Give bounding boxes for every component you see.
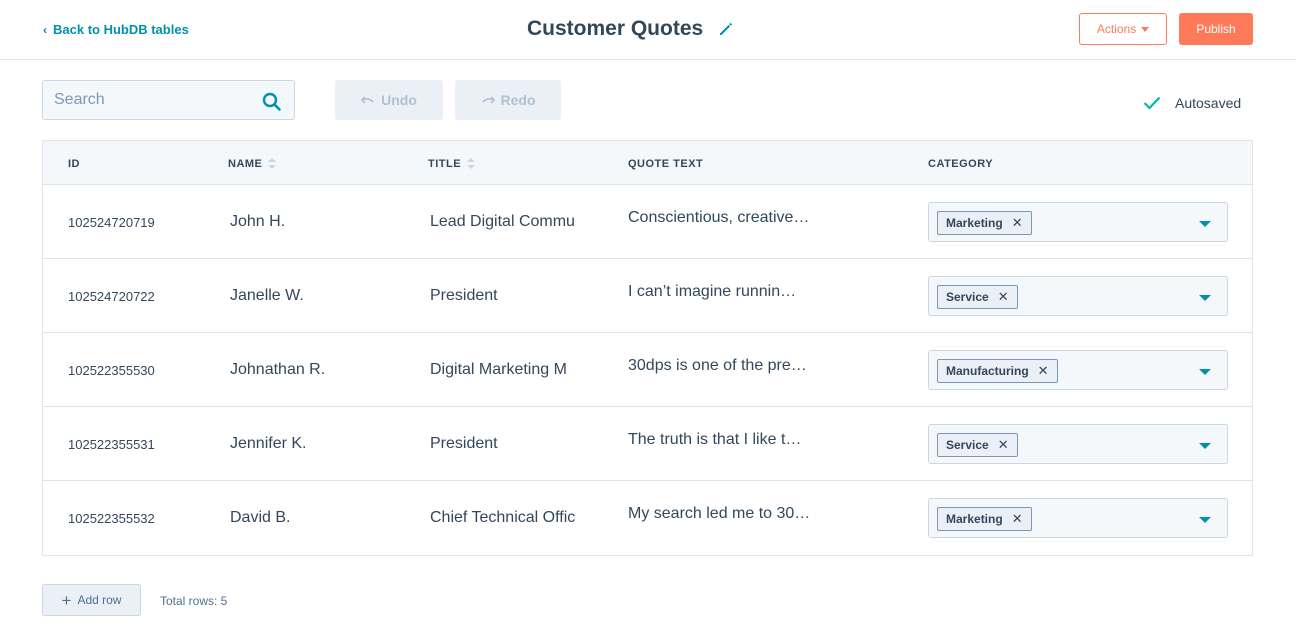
table-row[interactable]: 102522355530 Johnathan R. Digital Market…: [43, 332, 1252, 406]
category-tag-label: Marketing: [946, 512, 1003, 526]
cell-name[interactable]: John H.: [230, 185, 415, 259]
cell-quote-text[interactable]: The truth is that I like t…: [628, 407, 828, 481]
total-rows-count: Total rows: 5: [160, 594, 228, 608]
caret-down-icon[interactable]: [1199, 295, 1211, 301]
plus-icon: +: [61, 590, 72, 610]
actions-button-label: Actions: [1096, 22, 1137, 36]
back-link-label: Back to HubDB tables: [53, 22, 189, 37]
category-select[interactable]: Service ✕: [928, 276, 1228, 316]
close-icon[interactable]: ✕: [1038, 363, 1049, 379]
cell-title[interactable]: Chief Technical Offic: [430, 481, 579, 555]
category-tag: Marketing ✕: [937, 211, 1032, 235]
search-box: [42, 80, 295, 120]
column-header-title[interactable]: TITLE: [428, 158, 476, 170]
back-to-hubdb-link[interactable]: ‹ Back to HubDB tables: [43, 22, 189, 37]
table-row[interactable]: 102524720719 John H. Lead Digital Commu …: [43, 184, 1252, 258]
search-icon[interactable]: [262, 92, 282, 112]
add-row-button[interactable]: + Add row: [42, 584, 141, 616]
cell-id: 102522355532: [68, 510, 155, 526]
column-header-id: ID: [68, 158, 80, 170]
column-header-label: CATEGORY: [928, 158, 994, 170]
close-icon[interactable]: ✕: [998, 437, 1009, 453]
cell-quote-text[interactable]: I can’t imagine runnin…: [628, 259, 828, 333]
page-header: ‹ Back to HubDB tables Customer Quotes A…: [0, 0, 1296, 60]
cell-name[interactable]: Jennifer K.: [230, 407, 415, 481]
check-icon: [1143, 96, 1161, 110]
table-row[interactable]: 102522355532 David B. Chief Technical Of…: [43, 480, 1252, 555]
caret-down-icon[interactable]: [1199, 443, 1211, 449]
undo-icon: [361, 96, 374, 104]
column-header-quote-text: QUOTE TEXT: [628, 158, 703, 170]
category-tag: Manufacturing ✕: [937, 359, 1058, 383]
table-row[interactable]: 102524720722 Janelle W. President I can’…: [43, 258, 1252, 332]
caret-down-icon: [1141, 26, 1150, 32]
redo-button[interactable]: Redo: [455, 80, 561, 120]
category-tag-label: Service: [946, 438, 989, 452]
category-select[interactable]: Service ✕: [928, 424, 1228, 464]
category-tag: Service ✕: [937, 433, 1018, 457]
close-icon[interactable]: ✕: [1012, 215, 1023, 231]
autosaved-label: Autosaved: [1175, 95, 1242, 111]
undo-button[interactable]: Undo: [335, 80, 443, 120]
category-select[interactable]: Marketing ✕: [928, 202, 1228, 242]
cell-quote-text[interactable]: Conscientious, creative…: [628, 185, 828, 259]
page-title: Customer Quotes: [527, 17, 704, 40]
cell-id: 102524720719: [68, 214, 155, 230]
search-input[interactable]: [43, 81, 253, 119]
column-header-category: CATEGORY: [928, 158, 993, 170]
column-header-label: TITLE: [428, 158, 462, 170]
category-tag-label: Manufacturing: [946, 364, 1029, 378]
cell-id: 102522355531: [68, 436, 155, 452]
cell-quote-text[interactable]: My search led me to 30…: [628, 481, 828, 555]
column-header-name[interactable]: NAME: [228, 158, 277, 170]
redo-label: Redo: [500, 92, 536, 108]
column-header-label: QUOTE TEXT: [628, 158, 704, 170]
actions-button[interactable]: Actions: [1079, 13, 1167, 45]
caret-down-icon[interactable]: [1199, 517, 1211, 523]
undo-label: Undo: [381, 92, 417, 108]
column-header-label: NAME: [228, 158, 263, 170]
category-tag-label: Marketing: [946, 216, 1003, 230]
chevron-left-icon: ‹: [43, 22, 47, 37]
cell-name[interactable]: Janelle W.: [230, 259, 415, 333]
sort-icon[interactable]: [268, 158, 277, 170]
cell-id: 102522355530: [68, 362, 155, 378]
cell-title[interactable]: President: [430, 407, 579, 481]
cell-name[interactable]: David B.: [230, 481, 415, 555]
close-icon[interactable]: ✕: [998, 289, 1009, 305]
cell-title[interactable]: President: [430, 259, 579, 333]
column-header-label: ID: [68, 158, 80, 170]
table-header: ID NAME TITLE QUOTE TEXT CATEGORY: [43, 141, 1252, 185]
pencil-icon[interactable]: [717, 20, 735, 38]
data-table: ID NAME TITLE QUOTE TEXT CATEGORY 102524…: [42, 140, 1253, 556]
cell-title[interactable]: Digital Marketing M: [430, 333, 579, 407]
category-tag: Marketing ✕: [937, 507, 1032, 531]
cell-title[interactable]: Lead Digital Commu: [430, 185, 579, 259]
cell-quote-text[interactable]: 30dps is one of the pre…: [628, 333, 828, 407]
caret-down-icon[interactable]: [1199, 369, 1211, 375]
cell-id: 102524720722: [68, 288, 155, 304]
category-tag-label: Service: [946, 290, 989, 304]
sort-icon[interactable]: [467, 158, 476, 170]
table-row[interactable]: 102522355531 Jennifer K. President The t…: [43, 406, 1252, 480]
cell-name[interactable]: Johnathan R.: [230, 333, 415, 407]
category-tag: Service ✕: [937, 285, 1018, 309]
autosaved-status: Autosaved: [1143, 95, 1241, 111]
publish-button[interactable]: Publish: [1179, 13, 1253, 45]
category-select[interactable]: Manufacturing ✕: [928, 350, 1228, 390]
redo-icon: [481, 96, 495, 104]
add-row-label: Add row: [77, 593, 122, 607]
category-select[interactable]: Marketing ✕: [928, 498, 1228, 538]
caret-down-icon[interactable]: [1199, 221, 1211, 227]
close-icon[interactable]: ✕: [1012, 511, 1023, 527]
